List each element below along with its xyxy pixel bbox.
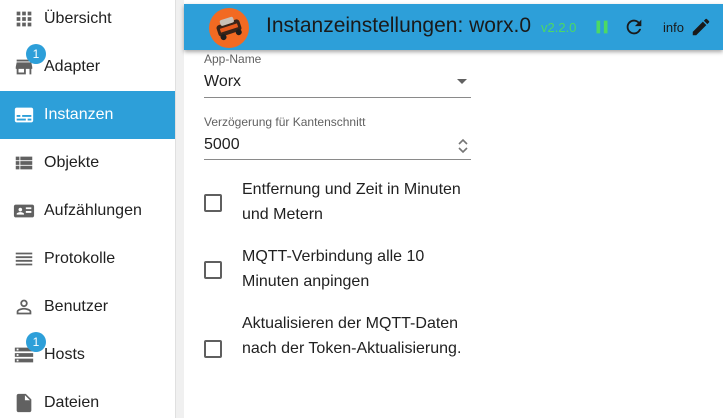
file-icon: [13, 392, 35, 414]
delay-value: 5000: [204, 136, 240, 153]
update-count-badge: 1: [26, 332, 46, 352]
sidebar-item-label: Benutzer: [44, 298, 109, 315]
menu-lines-icon: [13, 248, 35, 270]
refresh-icon: [626, 19, 642, 35]
sidebar: Übersicht 1 Adapter Instanzen Objekte Au…: [0, 0, 176, 418]
sidebar-item-protokolle[interactable]: Protokolle: [0, 235, 175, 283]
sidebar-item-uebersicht[interactable]: Übersicht: [0, 0, 175, 43]
sidebar-item-benutzer[interactable]: Benutzer: [0, 283, 175, 331]
field-underline: [204, 159, 471, 160]
pause-icon: [596, 20, 608, 34]
sidebar-item-label: Übersicht: [44, 10, 112, 27]
edit-button[interactable]: [689, 15, 713, 39]
number-spinner-icon[interactable]: [457, 136, 469, 156]
list-icon: [13, 152, 35, 174]
update-count-badge: 1: [26, 44, 46, 64]
contact-card-icon: [13, 200, 35, 222]
sidebar-item-label: Dateien: [44, 394, 100, 411]
pause-button[interactable]: [590, 15, 614, 39]
sidebar-item-aufzaehlungen[interactable]: Aufzählungen: [0, 187, 175, 235]
sidebar-item-label: Aufzählungen: [44, 202, 142, 219]
worx-logo: [209, 8, 249, 48]
mqtt-ping-label: MQTT-Verbindung alle 10 Minuten anpingen: [242, 248, 425, 290]
sidebar-item-label: Adapter: [44, 58, 101, 75]
app-name-label: App-Name: [204, 52, 262, 66]
sidebar-item-dateien[interactable]: Dateien: [0, 379, 175, 418]
distance-time-checkbox-row[interactable]: Entfernung und Zeit in Minuten und Meter…: [204, 177, 464, 227]
field-underline: [204, 97, 471, 98]
delay-input[interactable]: Verzögerung für Kantenschnitt 5000: [204, 112, 471, 160]
sidebar-item-label: Hosts: [44, 346, 85, 363]
chevron-down-icon: [457, 79, 467, 84]
sidebar-item-label: Protokolle: [44, 250, 116, 267]
pencil-icon: [692, 18, 710, 36]
distance-time-checkbox[interactable]: [204, 194, 222, 212]
sidebar-item-objekte[interactable]: Objekte: [0, 139, 175, 187]
person-icon: [13, 296, 35, 318]
sidebar-item-hosts[interactable]: 1 Hosts: [0, 331, 175, 379]
reload-button[interactable]: [622, 15, 646, 39]
instance-settings-panel: App-Name Worx Verzögerung für Kantenschn…: [184, 0, 723, 418]
apps-grid-icon: [13, 8, 35, 30]
subtitles-icon: [13, 104, 35, 126]
page-title: Instanzeinstellungen: worx.0: [266, 14, 531, 37]
sidebar-item-instanzen[interactable]: Instanzen: [0, 91, 175, 139]
instance-header: Instanzeinstellungen: worx.0 v2.2.0 info: [184, 4, 723, 50]
mqtt-ping-checkbox[interactable]: [204, 261, 222, 279]
sidebar-item-adapter[interactable]: 1 Adapter: [0, 43, 175, 91]
sidebar-item-label: Objekte: [44, 154, 100, 171]
mqtt-refresh-checkbox-row[interactable]: Aktualisieren der MQTT-Daten nach der To…: [204, 311, 464, 386]
info-button[interactable]: info: [663, 20, 684, 35]
mqtt-refresh-checkbox[interactable]: [204, 340, 222, 358]
version-label: v2.2.0: [541, 20, 577, 35]
mqtt-refresh-label: Aktualisieren der MQTT-Daten nach der To…: [242, 315, 462, 357]
sidebar-item-label: Instanzen: [44, 106, 114, 123]
distance-time-label: Entfernung und Zeit in Minuten und Meter…: [242, 181, 461, 223]
main-area: App-Name Worx Verzögerung für Kantenschn…: [176, 0, 723, 418]
delay-label: Verzögerung für Kantenschnitt: [204, 115, 366, 129]
app-name-value: Worx: [204, 73, 242, 90]
mqtt-ping-checkbox-row[interactable]: MQTT-Verbindung alle 10 Minuten anpingen: [204, 244, 464, 294]
